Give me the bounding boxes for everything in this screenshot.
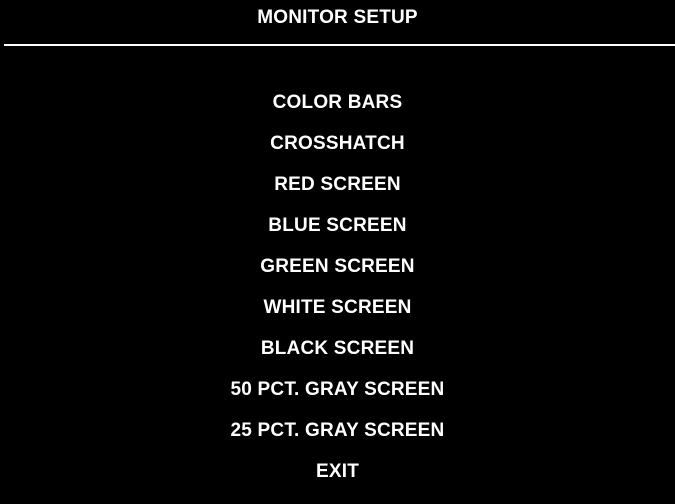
menu-item-red-screen[interactable]: RED SCREEN [0, 172, 675, 213]
menu-item-50-pct-gray-screen[interactable]: 50 PCT. GRAY SCREEN [0, 377, 675, 418]
page-title: MONITOR SETUP [257, 7, 418, 28]
menu-item-black-screen[interactable]: BLACK SCREEN [0, 336, 675, 377]
menu-item-blue-screen[interactable]: BLUE SCREEN [0, 213, 675, 254]
menu-item-color-bars[interactable]: COLOR BARS [0, 90, 675, 131]
menu-item-25-pct-gray-screen[interactable]: 25 PCT. GRAY SCREEN [0, 418, 675, 459]
title-divider [4, 44, 675, 46]
menu-item-exit[interactable]: EXIT [0, 459, 675, 500]
menu-item-crosshatch[interactable]: CROSSHATCH [0, 131, 675, 172]
menu-item-white-screen[interactable]: WHITE SCREEN [0, 295, 675, 336]
monitor-setup-menu: COLOR BARS CROSSHATCH RED SCREEN BLUE SC… [0, 90, 675, 500]
menu-item-green-screen[interactable]: GREEN SCREEN [0, 254, 675, 295]
